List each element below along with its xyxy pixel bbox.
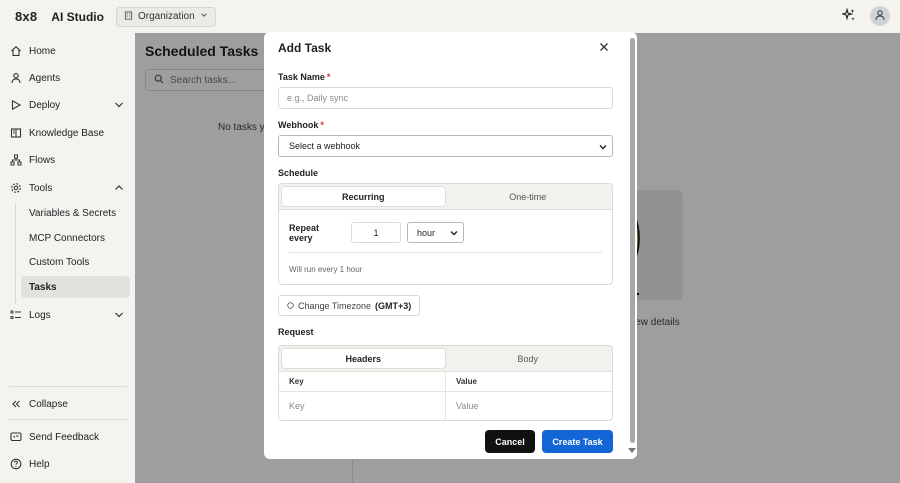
schedule-divider <box>289 252 602 253</box>
sidebar-item-deploy[interactable]: Deploy <box>0 94 135 116</box>
schedule-box: Recurring One-time Repeat every 1 hour W… <box>278 183 613 285</box>
timezone-value: (GMT+3) <box>375 300 412 311</box>
repeat-unit-value: hour <box>417 227 436 238</box>
tab-one-time[interactable]: One-time <box>447 187 610 206</box>
send-feedback-label: Send Feedback <box>29 431 100 443</box>
chevron-down-icon <box>200 11 208 22</box>
sidebar-subitem-tasks[interactable]: Tasks <box>21 276 130 298</box>
chevron-up-icon[interactable] <box>114 183 124 193</box>
add-task-dialog: Add Task Task Name * e.g., Daily sync Web… <box>264 32 637 459</box>
help-icon <box>10 458 22 470</box>
webhook-selected-value: Select a webhook <box>289 141 361 151</box>
avatar[interactable] <box>870 6 890 26</box>
double-chevron-left-icon <box>10 398 22 410</box>
submenu-guide-line <box>15 203 16 303</box>
chevron-down-icon <box>450 229 458 237</box>
sidebar-item-label: Logs <box>29 309 51 321</box>
webhook-label: Webhook * <box>278 120 324 130</box>
sidebar-item-knowledge-base[interactable]: Knowledge Base <box>0 122 135 144</box>
book-icon <box>10 127 22 139</box>
cancel-button[interactable]: Cancel <box>485 430 535 453</box>
sidebar-divider <box>9 386 127 387</box>
building-icon <box>124 10 133 23</box>
scrollbar-thumb[interactable] <box>630 38 635 443</box>
headers-table-header: Key Value <box>279 372 612 392</box>
task-name-placeholder: e.g., Daily sync <box>287 93 349 103</box>
create-task-button[interactable]: Create Task <box>542 430 613 453</box>
chevron-down-icon[interactable] <box>114 310 124 320</box>
column-key: Key <box>289 377 304 386</box>
logo[interactable]: 8x8 <box>15 9 37 24</box>
task-name-input[interactable]: e.g., Daily sync <box>278 87 613 109</box>
schedule-hint: Will run every 1 hour <box>289 265 363 274</box>
table-row: Key Value <box>279 392 612 420</box>
feedback-icon <box>10 431 22 443</box>
dialog-title: Add Task <box>278 41 332 55</box>
sidebar-item-label: Deploy <box>29 99 61 111</box>
sidebar-item-label: Home <box>29 45 56 57</box>
sidebar-item-agents[interactable]: Agents <box>0 67 135 89</box>
app-name: AI Studio <box>51 9 104 24</box>
repeat-row: Repeat every 1 hour <box>289 222 464 243</box>
schedule-label: Schedule <box>278 168 319 178</box>
header-value-input[interactable]: Value <box>445 392 612 420</box>
organization-label: Organization <box>137 11 195 22</box>
organization-selector[interactable]: Organization <box>115 6 216 27</box>
chevron-down-icon <box>599 143 607 151</box>
home-icon <box>10 45 22 57</box>
request-box: Headers Body Key Value Key Value <box>278 345 613 421</box>
tab-recurring[interactable]: Recurring <box>282 187 445 206</box>
request-label: Request <box>278 327 314 337</box>
list-icon <box>10 309 22 321</box>
sidebar-item-tools[interactable]: Tools <box>0 177 135 199</box>
dialog-scrollbar[interactable] <box>626 34 637 457</box>
play-icon <box>10 99 22 111</box>
change-timezone-button[interactable]: Change Timezone (GMT+3) <box>278 295 421 316</box>
top-bar: 8x8 AI Studio Organization <box>0 0 900 33</box>
repeat-interval-input[interactable]: 1 <box>351 222 401 243</box>
repeat-unit-select[interactable]: hour <box>407 222 464 243</box>
repeat-every-label: Repeat every <box>289 222 320 243</box>
flow-icon <box>10 154 22 166</box>
column-value: Value <box>445 372 612 391</box>
help-button[interactable]: Help <box>0 453 135 475</box>
sidebar-item-flows[interactable]: Flows <box>0 149 135 171</box>
sparkle-icon[interactable] <box>840 6 856 25</box>
sidebar-item-logs[interactable]: Logs <box>0 304 135 326</box>
sidebar-item-label: Flows <box>29 154 56 166</box>
webhook-select[interactable]: Select a webhook <box>278 135 613 157</box>
task-name-label: Task Name * <box>278 72 331 82</box>
sidebar-item-label: Knowledge Base <box>29 127 105 139</box>
sidebar-subitem-mcp-connectors[interactable]: MCP Connectors <box>21 227 130 249</box>
sidebar-item-label: Tools <box>29 182 53 194</box>
close-icon <box>599 41 609 55</box>
tab-headers[interactable]: Headers <box>282 349 445 368</box>
change-timezone-label: Change Timezone <box>298 300 372 311</box>
header-key-input[interactable]: Key <box>279 392 445 420</box>
send-feedback-button[interactable]: Send Feedback <box>0 426 135 448</box>
request-tabs: Headers Body <box>279 346 612 372</box>
schedule-tabs: Recurring One-time <box>279 184 612 210</box>
sidebar-subitem-variables-secrets[interactable]: Variables & Secrets <box>21 202 130 224</box>
collapse-button[interactable]: Collapse <box>0 393 135 415</box>
sidebar: Home Agents Deploy Knowledge Base Flows … <box>0 33 135 483</box>
sidebar-subitem-custom-tools[interactable]: Custom Tools <box>21 251 130 273</box>
collapse-label: Collapse <box>29 398 68 410</box>
tab-body[interactable]: Body <box>447 349 610 368</box>
person-icon <box>10 72 22 84</box>
user-icon <box>874 9 886 24</box>
help-label: Help <box>29 458 50 470</box>
scroll-down-arrow-icon[interactable] <box>628 448 636 453</box>
chevron-down-icon[interactable] <box>114 100 124 110</box>
sidebar-divider <box>9 419 127 420</box>
gear-icon <box>10 182 22 194</box>
clock-icon <box>287 301 294 311</box>
sidebar-item-label: Agents <box>29 72 61 84</box>
close-button[interactable] <box>597 41 611 55</box>
sidebar-item-home[interactable]: Home <box>0 40 135 62</box>
